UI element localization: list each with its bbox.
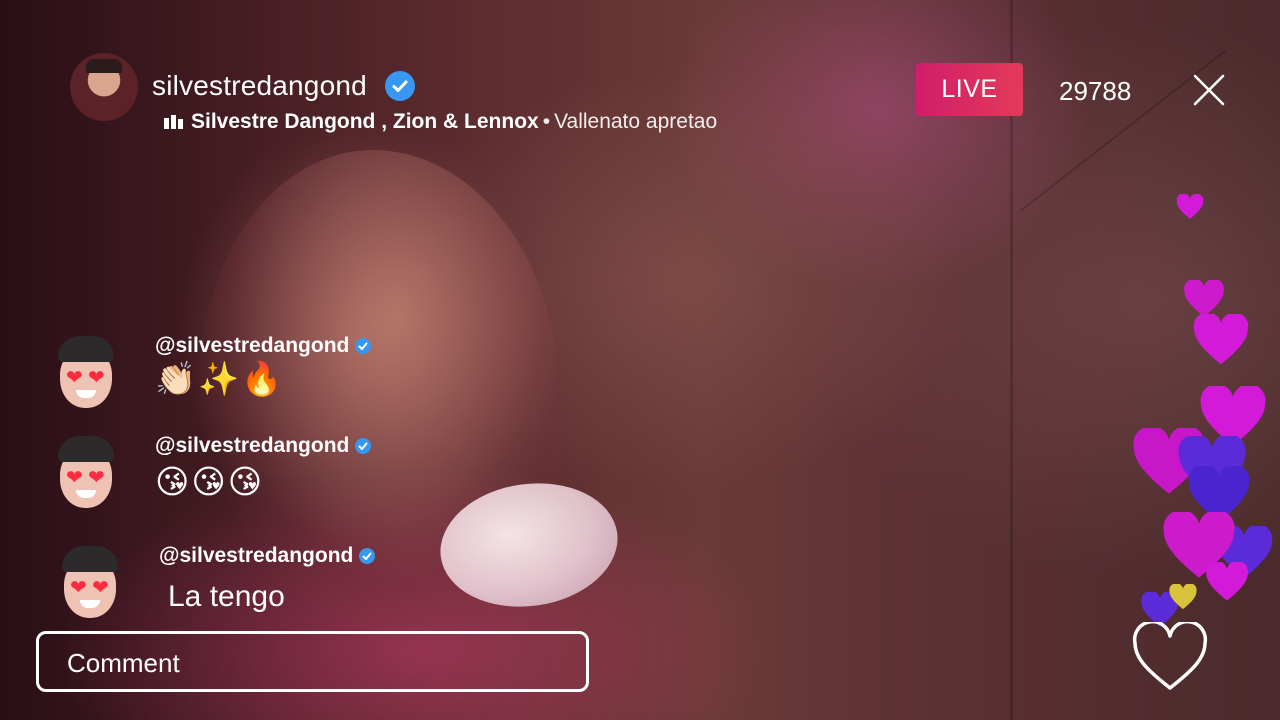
comment-text: La tengo [168,580,285,613]
equalizer-icon [164,115,183,130]
comment-username[interactable]: @silvestredangond [155,434,372,458]
comment-avatar[interactable]: ❤ ❤ [58,546,120,620]
comment-input[interactable]: Comment [36,631,589,692]
comment-avatar[interactable]: ❤ ❤ [54,336,116,410]
close-icon[interactable] [1192,73,1226,107]
music-info[interactable]: Silvestre Dangond , Zion & Lennox • Vallen… [164,110,717,134]
music-separator: • [542,110,551,133]
comment-text: 😘😘😘 [155,463,265,500]
floating-heart-icon [1169,584,1197,610]
heart-outline-icon[interactable] [1131,622,1209,692]
floating-heart-icon [1206,562,1248,601]
viewer-count: 29788 [1059,76,1132,106]
verified-icon [359,548,376,565]
live-badge: LIVE [916,63,1023,116]
floating-heart-icon [1176,194,1204,219]
comment-username[interactable]: @silvestredangond [155,334,372,358]
comment-username[interactable]: @silvestredangond [159,544,376,568]
verified-icon [385,71,415,101]
music-song: Vallenato apretao [554,110,718,133]
floating-heart-icon [1193,314,1249,365]
comment-username-text: @silvestredangond [155,334,350,357]
comment-username-text: @silvestredangond [155,434,350,457]
music-artist: Silvestre Dangond , Zion & Lennox [191,110,539,133]
comment-text: 👏🏻✨🔥 [155,360,285,397]
broadcaster-username[interactable]: silvestredangond [152,70,367,102]
comment-username-text: @silvestredangond [159,544,354,567]
verified-icon [355,338,372,355]
verified-icon [355,438,372,455]
comment-avatar[interactable]: ❤ ❤ [54,436,116,510]
floating-heart-icon [1184,280,1224,317]
comment-placeholder: Comment [67,648,180,678]
broadcaster-avatar[interactable] [70,53,138,121]
